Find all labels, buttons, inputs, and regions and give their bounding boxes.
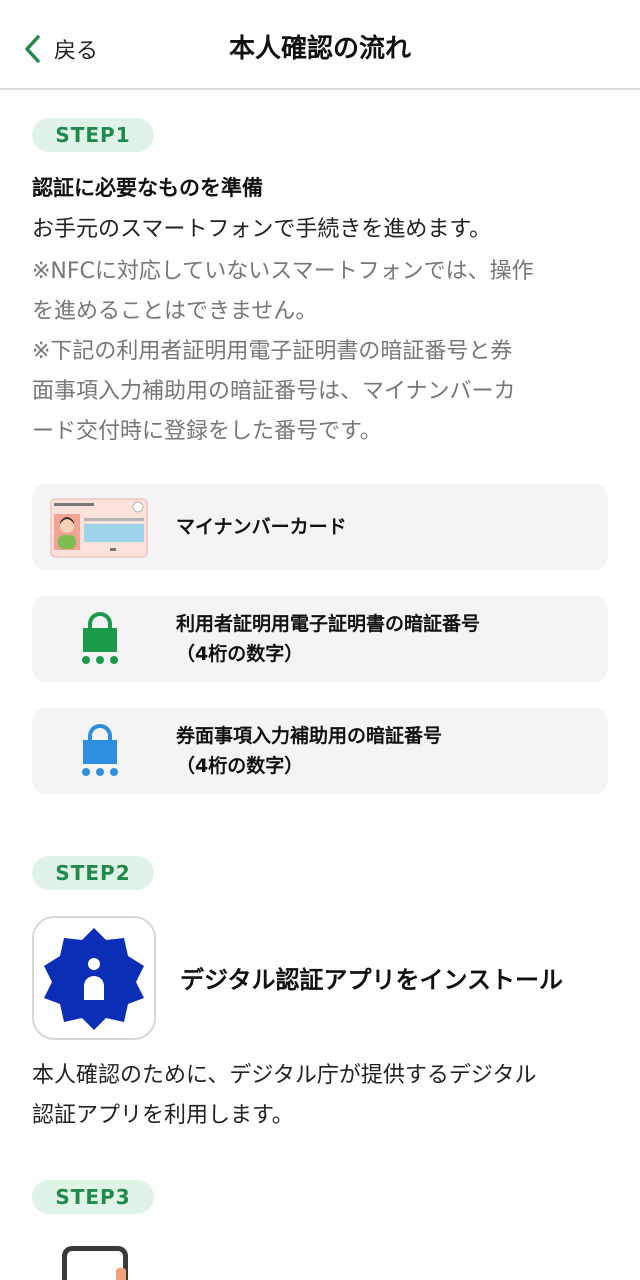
blue-lock-icon [80,724,120,782]
description-line: 認証アプリを利用します。 [32,1103,294,1128]
step2-title: デジタル認証アプリをインストール [180,966,564,994]
note-line: 面事項入力補助用の暗証番号は、マイナンバーカ [32,379,516,404]
note-line: ※NFCに対応していないスマートフォンでは、操作 [32,259,534,284]
step1-heading: 認証に必要なものを準備 [32,176,263,200]
card-label-line: （4桁の数字） [176,755,304,777]
card-label-line: 券面事項入力補助用の暗証番号 [176,725,443,747]
digital-auth-app-icon [32,916,156,1040]
requirement-card-card-info-pin: 券面事項入力補助用の暗証番号 （4桁の数字） [32,708,608,794]
step2-badge: STEP2 [32,856,154,890]
my-number-card-icon [50,498,148,562]
requirement-card-user-cert-pin: 利用者証明用電子証明書の暗証番号 （4桁の数字） [32,596,608,682]
green-lock-icon [80,612,120,670]
header: 戻る 本人確認の流れ [0,0,640,90]
smartphone-accent [116,1268,126,1280]
description-line: 本人確認のために、デジタル庁が提供するデジタル [32,1063,537,1088]
step1-badge: STEP1 [32,118,154,152]
note-line: を進めることはできません。 [32,299,318,324]
note-line: ード交付時に登録をした番号です。 [32,419,382,444]
step2-description: 本人確認のために、デジタル庁が提供するデジタル 認証アプリを利用します。 [32,1056,612,1136]
card-label: 券面事項入力補助用の暗証番号 （4桁の数字） [176,721,442,781]
card-label-line: （4桁の数字） [176,643,304,665]
requirement-card-my-number: マイナンバーカード [32,484,608,570]
step3-badge: STEP3 [32,1180,154,1214]
step1-note-nfc: ※NFCに対応していないスマートフォンでは、操作 を進めることはできません。 ※… [32,252,612,452]
page: 戻る 本人確認の流れ STEP1 認証に必要なものを準備 お手元のスマートフォン… [0,0,640,1280]
step1-description: お手元のスマートフォンで手続きを進めます。 [32,217,492,242]
card-label-line: 利用者証明用電子証明書の暗証番号 [176,613,481,635]
page-title: 本人確認の流れ [228,34,411,64]
card-label: マイナンバーカード [176,516,347,538]
note-line: ※下記の利用者証明用電子証明書の暗証番号と券 [32,339,513,364]
card-label: 利用者証明用電子証明書の暗証番号 （4桁の数字） [176,609,480,669]
